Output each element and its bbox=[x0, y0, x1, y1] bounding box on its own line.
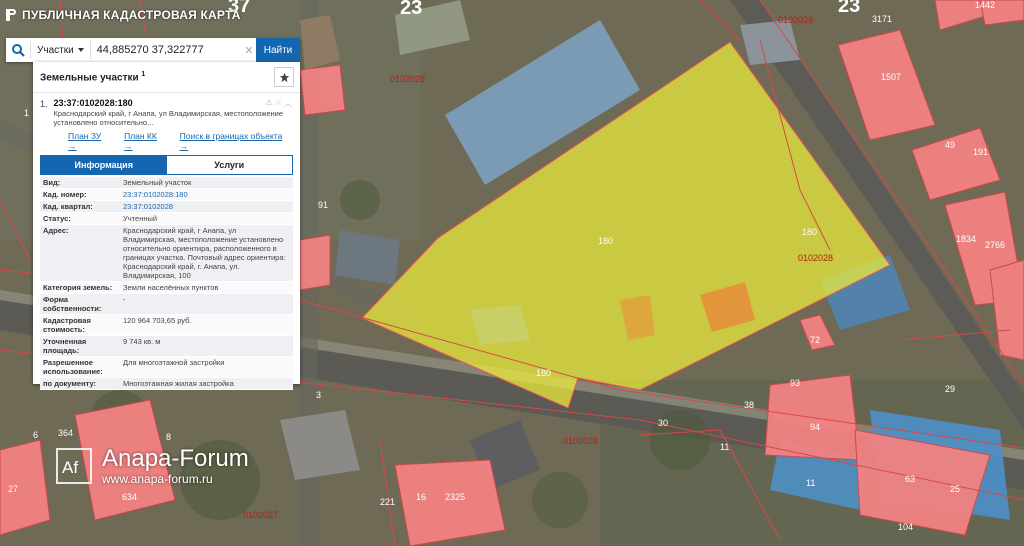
attr-row-land-category: Категория земель: Земли населённых пункто… bbox=[40, 282, 293, 294]
map-label-63: 63 bbox=[905, 474, 915, 484]
search-icon[interactable] bbox=[6, 38, 30, 62]
map-label-221: 221 bbox=[380, 497, 395, 507]
map-label-2766: 2766 bbox=[985, 240, 1005, 250]
plan-zu-link[interactable]: План ЗУ → bbox=[68, 131, 112, 151]
parcel-left-mid[interactable] bbox=[299, 234, 331, 291]
attr-row-type: Вид: Земельный участок bbox=[40, 177, 293, 189]
anapa-forum-logo-icon: Af bbox=[56, 448, 92, 484]
map-label-district-23a: 23 bbox=[400, 0, 422, 19]
parcel-16[interactable] bbox=[394, 459, 506, 546]
result-links: План ЗУ → План КК → Поиск в границах объ… bbox=[40, 127, 293, 155]
cad-number-link[interactable]: 23:37:0102028:180 bbox=[120, 189, 293, 200]
attr-row-cad-quarter: Кад. квартал: 23:37:0102028 bbox=[40, 201, 293, 213]
map-label-180a: 180 bbox=[598, 236, 613, 246]
map-label-104: 104 bbox=[898, 522, 913, 532]
map-label-30: 30 bbox=[658, 418, 668, 428]
chevron-down-icon bbox=[77, 48, 84, 52]
attribute-table: Вид: Земельный участок Кад. номер: 23:37:0… bbox=[40, 177, 293, 390]
tab-services[interactable]: Услуги bbox=[166, 156, 292, 174]
map-label-72: 72 bbox=[810, 335, 820, 345]
results-panel: Земельные участки 1 1. 23:37:0102028:180… bbox=[33, 62, 300, 390]
map-label-11b: 11 bbox=[806, 478, 815, 488]
rosreestr-logo-icon bbox=[6, 9, 16, 21]
map-label-191: 191 bbox=[973, 147, 988, 157]
panel-title: Земельные участки 1 bbox=[40, 70, 146, 84]
chevron-up-icon[interactable]: ︿ bbox=[284, 98, 292, 109]
result-item[interactable]: 1. 23:37:0102028:180 Краснодарский край,… bbox=[33, 93, 300, 155]
map-label-quarter-right: 0102028 bbox=[798, 253, 833, 263]
map-label-2325: 2325 bbox=[445, 492, 465, 502]
map-label-3171: 3171 bbox=[872, 14, 892, 24]
parcel-top-left[interactable] bbox=[299, 64, 346, 116]
map-label-quarter-top: 0102028 bbox=[390, 74, 425, 84]
map-label-91: 91 bbox=[318, 200, 328, 210]
panel-header: Земельные участки 1 bbox=[33, 62, 300, 93]
map-label-3: 3 bbox=[316, 390, 321, 400]
attr-row-cad-value: Кадастровая стоимость: 120 964 703,65 руб… bbox=[40, 315, 293, 336]
panel-tabs: Информация Услуги bbox=[40, 155, 293, 175]
result-index: 1. bbox=[40, 99, 48, 109]
plan-kk-link[interactable]: План КК → bbox=[124, 131, 168, 151]
map-label-quarter-bl: 0102027 bbox=[243, 510, 278, 520]
map-label-180b: 180 bbox=[802, 227, 817, 237]
result-tools: ⚠ ☆ ︿ bbox=[266, 98, 292, 109]
attr-row-address: Адрес: Краснодарский край, г Анапа, ул Вл… bbox=[40, 225, 293, 282]
search-type-dropdown[interactable]: Участки bbox=[30, 41, 91, 59]
map-label-1834: 1834 bbox=[956, 234, 976, 244]
map-label-634: 634 bbox=[122, 492, 137, 502]
map-label-1442: 1442 bbox=[975, 0, 995, 10]
find-button[interactable]: Найти bbox=[256, 38, 300, 62]
map-label-25: 25 bbox=[950, 484, 960, 494]
cad-quarter-link[interactable]: 23:37:0102028 bbox=[120, 201, 293, 212]
map-label-93: 93 bbox=[790, 378, 800, 388]
map-label-1: 1 bbox=[24, 108, 29, 118]
map-label-8: 8 bbox=[166, 432, 171, 442]
map-label-district-23b: 23 bbox=[838, 0, 860, 17]
map-label-6: 6 bbox=[33, 430, 38, 440]
map-label-16: 16 bbox=[416, 492, 426, 502]
map-label-29: 29 bbox=[945, 384, 955, 394]
search-type-label: Участки bbox=[37, 44, 74, 56]
svg-text:Af: Af bbox=[62, 458, 78, 477]
result-cadastral-number[interactable]: 23:37:0102028:180 bbox=[54, 98, 293, 108]
map-label-364: 364 bbox=[58, 428, 73, 438]
favorite-button[interactable] bbox=[274, 67, 294, 87]
result-address: Краснодарский край, г Анапа, ул Владимир… bbox=[53, 109, 284, 127]
search-in-bounds-link[interactable]: Поиск в границах объекта → bbox=[180, 131, 293, 151]
map-label-1507: 1507 bbox=[881, 72, 901, 82]
warning-icon[interactable]: ⚠ bbox=[266, 98, 273, 109]
clear-icon[interactable]: ✕ bbox=[242, 38, 256, 62]
app-header: ПУБЛИЧНАЯ КАДАСТРОВАЯ КАРТА bbox=[6, 8, 241, 22]
map-label-11a: 11 bbox=[720, 442, 729, 452]
search-bar: Участки ✕ Найти bbox=[6, 38, 300, 62]
app-title: ПУБЛИЧНАЯ КАДАСТРОВАЯ КАРТА bbox=[22, 8, 241, 22]
watermark: Af Anapa-Forum www.anapa-forum.ru bbox=[56, 446, 249, 486]
attr-row-ownership: Форма собственности: - bbox=[40, 294, 293, 315]
map-label-94: 94 bbox=[810, 422, 820, 432]
map-label-quarter-bottom: 0102028 bbox=[563, 436, 598, 446]
star-outline-icon[interactable]: ☆ bbox=[275, 98, 282, 109]
tab-information[interactable]: Информация bbox=[41, 156, 167, 174]
attr-row-cad-number: Кад. номер: 23:37:0102028:180 bbox=[40, 189, 293, 201]
result-count: 1 bbox=[141, 70, 146, 78]
map-label-49: 49 bbox=[945, 140, 955, 150]
map-label-quarter-tr: 0102029 bbox=[778, 15, 813, 25]
map-label-38: 38 bbox=[744, 400, 754, 410]
watermark-title: Anapa-Forum bbox=[102, 445, 249, 472]
search-input[interactable] bbox=[90, 38, 242, 62]
watermark-url: www.anapa-forum.ru bbox=[102, 472, 213, 486]
attr-row-permitted-use: Разрешенное использование: Для многоэтажн… bbox=[40, 357, 293, 378]
attr-row-by-document: по документу: Многоэтажная жилая застройк… bbox=[40, 378, 293, 390]
attr-row-status: Статус: Учтенный bbox=[40, 213, 293, 225]
attr-row-area: Уточненная площадь: 9 743 кв. м bbox=[40, 336, 293, 357]
map-label-27: 27 bbox=[8, 484, 18, 494]
map-label-180c: 180 bbox=[536, 368, 551, 378]
star-icon bbox=[279, 72, 289, 82]
